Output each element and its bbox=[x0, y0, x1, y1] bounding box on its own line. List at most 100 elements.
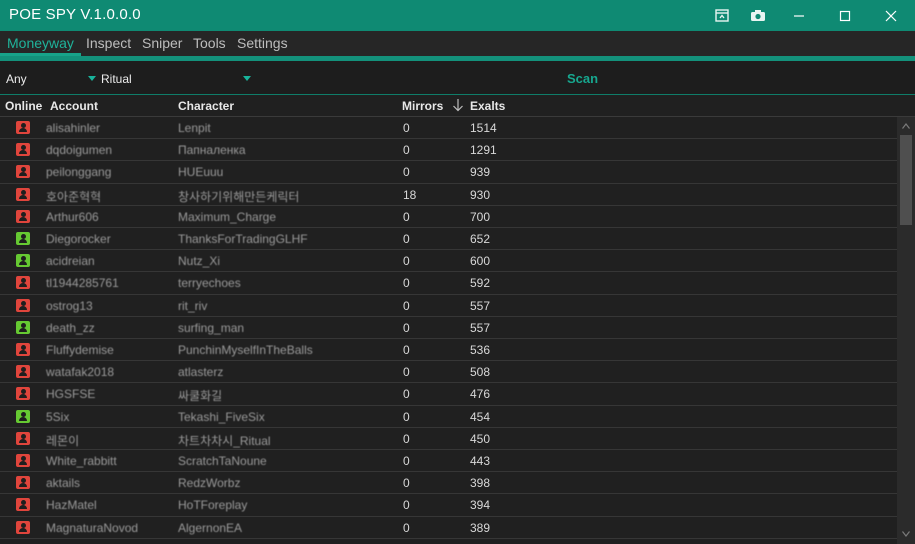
exalts-cell: 443 bbox=[470, 454, 491, 468]
offline-user-icon bbox=[16, 165, 30, 179]
account-cell: death_zz bbox=[46, 320, 95, 335]
tab-moneyway[interactable]: Moneyway bbox=[7, 35, 74, 51]
status-filter-value: Any bbox=[6, 72, 27, 86]
exalts-cell: 476 bbox=[470, 387, 491, 402]
maximize-button[interactable] bbox=[822, 0, 868, 31]
minimize-icon bbox=[794, 14, 804, 17]
offline-user-icon bbox=[16, 365, 30, 379]
exalts-cell: 398 bbox=[470, 476, 491, 491]
mirrors-cell: 0 bbox=[403, 409, 410, 424]
table-row[interactable]: peilonggang HUEuuu 0 939 bbox=[0, 161, 897, 184]
character-cell: Папналенка bbox=[178, 143, 246, 158]
account-cell: Fluffydemise bbox=[46, 343, 114, 357]
character-cell: surfing_man bbox=[178, 320, 245, 335]
column-header-online[interactable]: Online bbox=[5, 99, 42, 113]
character-cell: RedzWorbz bbox=[178, 476, 241, 491]
character-cell: Tekashi_FiveSix bbox=[178, 409, 265, 424]
character-cell: 창사하기위해만든케릭터 bbox=[178, 189, 300, 204]
collapse-icon[interactable] bbox=[713, 6, 731, 24]
column-header-mirrors[interactable]: Mirrors bbox=[402, 99, 443, 113]
table-row[interactable]: 호아준혁혁 창사하기위해만든케릭터 18 930 bbox=[0, 184, 897, 206]
scroll-down-icon[interactable] bbox=[901, 529, 911, 539]
table-row[interactable]: dqdoigumen Папналенка 0 1291 bbox=[0, 139, 897, 162]
character-cell: atlasterz bbox=[178, 365, 224, 380]
exalts-cell: 1291 bbox=[470, 143, 497, 158]
table-row[interactable]: death_zz surfing_man 0 557 bbox=[0, 317, 897, 339]
tab-settings[interactable]: Settings bbox=[237, 35, 288, 51]
table-row[interactable]: 레몬이 차트차차시_Ritual 0 450 bbox=[0, 428, 897, 450]
account-cell: Arthur606 bbox=[46, 209, 99, 224]
table-row[interactable]: Arthur606 Maximum_Charge 0 700 bbox=[0, 206, 897, 228]
close-icon bbox=[885, 10, 897, 21]
table-row[interactable]: acidreian Nutz_Xi 0 600 bbox=[0, 250, 897, 273]
offline-user-icon bbox=[16, 476, 30, 490]
mirrors-cell: 0 bbox=[403, 476, 410, 491]
table-row[interactable]: watafak2018 atlasterz 0 508 bbox=[0, 361, 897, 384]
account-cell: tl1944285761 bbox=[46, 276, 119, 291]
account-cell: alisahinler bbox=[46, 121, 101, 135]
exalts-cell: 557 bbox=[470, 320, 491, 335]
character-cell: Lenpit bbox=[178, 121, 211, 135]
account-cell: HGSFSE bbox=[46, 387, 96, 402]
character-cell: PunchinMyselfInTheBalls bbox=[178, 343, 313, 357]
table-row[interactable]: alisahinler Lenpit 0 1514 bbox=[0, 117, 897, 140]
mirrors-cell: 0 bbox=[403, 254, 410, 269]
column-header-account[interactable]: Account bbox=[50, 99, 98, 113]
account-cell: MagnaturaNovod bbox=[46, 520, 139, 535]
scan-button[interactable]: Scan bbox=[535, 65, 630, 91]
table-row[interactable]: Fluffydemise PunchinMyselfInTheBalls 0 536 bbox=[0, 339, 897, 362]
exalts-cell: 536 bbox=[470, 343, 491, 357]
mirrors-cell: 0 bbox=[403, 343, 410, 357]
table-row[interactable]: ostrog13 rit_riv 0 557 bbox=[0, 295, 897, 317]
camera-icon[interactable] bbox=[749, 6, 767, 24]
tab-tools[interactable]: Tools bbox=[193, 35, 226, 51]
mirrors-cell: 18 bbox=[403, 187, 417, 202]
character-cell: terryechoes bbox=[178, 276, 241, 291]
chevron-down-icon bbox=[243, 76, 251, 81]
column-header-exalts[interactable]: Exalts bbox=[470, 99, 505, 113]
table-row[interactable]: MagnaturaNovod AlgernonEA 0 389 bbox=[0, 517, 897, 539]
mirrors-cell: 0 bbox=[403, 209, 410, 224]
account-cell: aktails bbox=[46, 476, 81, 491]
character-cell: ScratchTaNoune bbox=[178, 454, 267, 468]
minimize-button[interactable] bbox=[776, 0, 822, 31]
table-row[interactable]: Diegorocker ThanksForTradingGLHF 0 652 bbox=[0, 228, 897, 251]
exalts-cell: 508 bbox=[470, 365, 491, 380]
status-filter-dropdown[interactable]: Any bbox=[0, 61, 98, 95]
character-cell: 차트차차시_Ritual bbox=[178, 433, 271, 448]
offline-user-icon bbox=[16, 454, 30, 467]
online-user-icon bbox=[16, 320, 30, 334]
offline-user-icon bbox=[16, 143, 30, 157]
exalts-cell: 557 bbox=[470, 298, 491, 313]
vertical-scrollbar[interactable] bbox=[897, 117, 915, 544]
online-user-icon bbox=[16, 254, 30, 268]
mirrors-cell: 0 bbox=[403, 276, 410, 291]
tab-sniper[interactable]: Sniper bbox=[142, 35, 182, 51]
table-row[interactable]: aktails RedzWorbz 0 398 bbox=[0, 472, 897, 495]
tab-inspect[interactable]: Inspect bbox=[86, 35, 131, 51]
sort-descending-icon bbox=[452, 98, 464, 112]
column-header-character[interactable]: Character bbox=[178, 99, 234, 113]
table-row[interactable]: White_rabbitt ScratchTaNoune 0 443 bbox=[0, 450, 897, 473]
offline-user-icon bbox=[16, 187, 30, 201]
menu-bar: Moneyway Inspect Sniper Tools Settings bbox=[0, 31, 915, 56]
table-row[interactable]: HGSFSE 싸쿨화길 0 476 bbox=[0, 383, 897, 406]
table-row[interactable]: tl1944285761 terryechoes 0 592 bbox=[0, 272, 897, 295]
scroll-up-icon[interactable] bbox=[901, 121, 911, 131]
maximize-icon bbox=[839, 10, 851, 21]
offline-user-icon bbox=[16, 387, 30, 401]
table-row[interactable]: HazMatel HoTForeplay 0 394 bbox=[0, 494, 897, 517]
exalts-cell: 394 bbox=[470, 498, 491, 513]
scrollbar-thumb[interactable] bbox=[900, 135, 912, 225]
mirrors-cell: 0 bbox=[403, 298, 410, 313]
offline-user-icon bbox=[16, 343, 30, 356]
exalts-cell: 592 bbox=[470, 276, 491, 291]
filter-bar: Any Ritual Scan bbox=[0, 61, 915, 95]
close-button[interactable] bbox=[868, 0, 914, 31]
mirrors-cell: 0 bbox=[403, 387, 410, 402]
character-cell: 싸쿨화길 bbox=[178, 389, 223, 404]
mirrors-cell: 0 bbox=[403, 232, 410, 246]
table-row[interactable]: 5Six Tekashi_FiveSix 0 454 bbox=[0, 406, 897, 428]
league-filter-dropdown[interactable]: Ritual bbox=[98, 61, 256, 95]
account-cell: ostrog13 bbox=[46, 298, 93, 313]
